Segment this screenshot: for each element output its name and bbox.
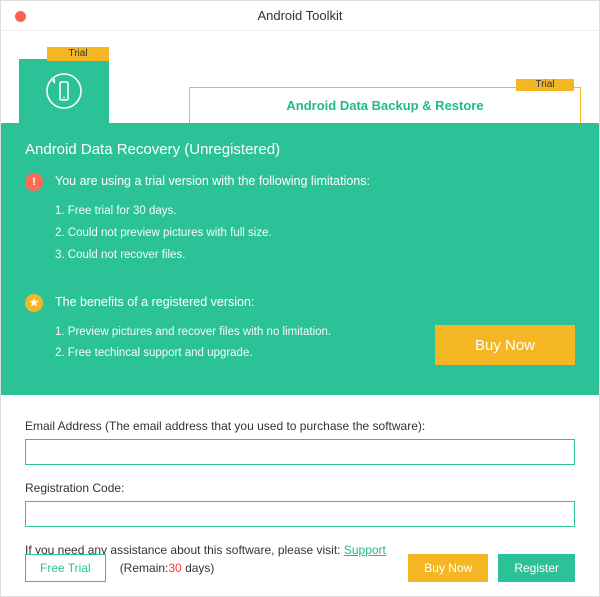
- device-recovery-icon: [44, 71, 84, 111]
- window-title: Android Toolkit: [257, 8, 342, 23]
- app-window: Android Toolkit Trial Trial Android Data…: [0, 0, 600, 597]
- trial-badge-right: Trial: [516, 79, 574, 91]
- panel-title: Android Data Recovery (Unregistered): [25, 141, 575, 158]
- info-panel: Android Data Recovery (Unregistered) ! Y…: [1, 123, 599, 395]
- limitations-list: 1. Free trial for 30 days. 2. Could not …: [55, 201, 575, 267]
- tab-backup-restore[interactable]: Trial Android Data Backup & Restore: [189, 87, 581, 123]
- limitation-item: 2. Could not preview pictures with full …: [55, 223, 575, 245]
- titlebar: Android Toolkit: [1, 1, 599, 31]
- remain-days: 30: [168, 561, 181, 575]
- buy-now-footer-button[interactable]: Buy Now: [408, 554, 488, 582]
- tab-data-recovery[interactable]: Trial: [19, 59, 109, 123]
- limitations-heading: You are using a trial version with the f…: [55, 172, 370, 191]
- register-button[interactable]: Register: [498, 554, 575, 582]
- free-trial-button[interactable]: Free Trial: [25, 554, 106, 582]
- registration-code-field[interactable]: [25, 501, 575, 527]
- remain-label: (Remain:30 days): [120, 561, 215, 575]
- email-label: Email Address (The email address that yo…: [25, 419, 575, 433]
- trial-badge-left: Trial: [47, 47, 109, 61]
- warning-icon: !: [25, 173, 43, 191]
- tabs-area: Trial Trial Android Data Backup & Restor…: [1, 41, 599, 123]
- code-label: Registration Code:: [25, 481, 575, 495]
- buy-now-button[interactable]: Buy Now: [435, 325, 575, 365]
- limitation-item: 1. Free trial for 30 days.: [55, 201, 575, 223]
- limitation-item: 3. Could not recover files.: [55, 245, 575, 267]
- benefits-heading: The benefits of a registered version:: [55, 293, 254, 312]
- registration-form: Email Address (The email address that yo…: [1, 395, 599, 567]
- footer: Free Trial (Remain:30 days) Buy Now Regi…: [1, 554, 599, 582]
- email-field[interactable]: [25, 439, 575, 465]
- tab-backup-restore-label: Android Data Backup & Restore: [286, 98, 483, 113]
- close-icon[interactable]: [15, 11, 26, 22]
- star-icon: ★: [25, 294, 43, 312]
